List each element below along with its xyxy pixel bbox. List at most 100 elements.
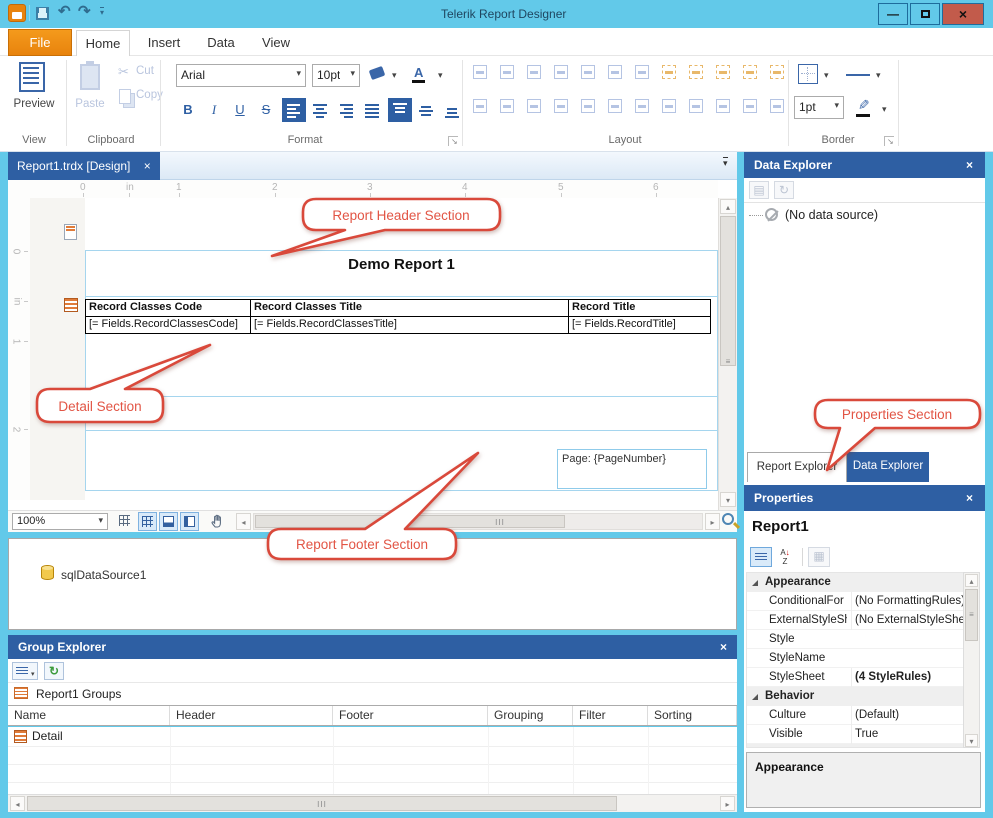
- show-page-layout-toggle[interactable]: [159, 512, 178, 531]
- table-header-cell[interactable]: Record Classes Title: [250, 299, 569, 317]
- font-family-select[interactable]: Arial ▾: [176, 64, 306, 87]
- layout-tool-icon-6[interactable]: [605, 62, 627, 84]
- table-row[interactable]: Detail: [8, 727, 737, 746]
- property-row-visible[interactable]: VisibleTrue: [747, 725, 963, 744]
- layout-tool-icon-1[interactable]: [470, 62, 492, 84]
- layout-tool-icon-21[interactable]: [686, 96, 708, 118]
- bold-button[interactable]: B: [176, 98, 200, 122]
- table-header-cell[interactable]: Record Title: [568, 299, 711, 317]
- layout-tool-icon-20[interactable]: [659, 96, 681, 118]
- property-grid[interactable]: AppearanceConditionalFor(No FormattingRu…: [746, 572, 963, 748]
- property-value[interactable]: (Default): [851, 706, 963, 725]
- tab-list-dropdown-icon[interactable]: ▾: [723, 157, 728, 169]
- group-explorer-root-row[interactable]: Report1 Groups: [8, 683, 737, 705]
- design-horizontal-scrollbar[interactable]: III: [253, 513, 703, 530]
- property-value[interactable]: True: [851, 725, 963, 744]
- report-header-section-icon[interactable]: [64, 224, 77, 240]
- design-surface[interactable]: 0in123456 0in12 Demo Report 1 Record Cla…: [8, 180, 737, 510]
- scrollbar-thumb[interactable]: III: [27, 796, 617, 811]
- category-collapse-icon[interactable]: [752, 580, 758, 586]
- property-pages-button[interactable]: ▦: [808, 547, 830, 567]
- font-size-select[interactable]: 10pt ▾: [312, 64, 360, 87]
- layout-tool-icon-7[interactable]: [632, 62, 654, 84]
- align-justify-button[interactable]: [360, 98, 384, 122]
- scrollbar-thumb[interactable]: ≡: [720, 216, 736, 366]
- tab-data-explorer[interactable]: Data Explorer: [847, 452, 929, 482]
- redo-icon[interactable]: ↷: [78, 4, 91, 20]
- quick-access-customize-icon[interactable]: ▾: [100, 7, 104, 17]
- group-column-header-grouping[interactable]: Grouping: [488, 706, 573, 725]
- layout-tool-icon-13[interactable]: [470, 96, 492, 118]
- property-value[interactable]: (No FormattingRules): [851, 592, 963, 611]
- layout-tool-icon-23[interactable]: [740, 96, 762, 118]
- border-dialog-launcher-icon[interactable]: ↘: [884, 136, 894, 146]
- scrollbar-thumb[interactable]: ≡: [965, 589, 978, 641]
- strikethrough-button[interactable]: S: [254, 98, 278, 122]
- table-data-cell[interactable]: [= Fields.RecordClassesCode]: [85, 316, 251, 334]
- table-data-cell[interactable]: [= Fields.RecordClassesTitle]: [250, 316, 569, 334]
- scrollbar-thumb[interactable]: III: [255, 515, 565, 528]
- category-collapse-icon[interactable]: [752, 694, 758, 700]
- format-dialog-launcher-icon[interactable]: ↘: [448, 136, 458, 146]
- undo-icon[interactable]: ↶: [58, 4, 71, 20]
- scroll-left-icon[interactable]: ◂: [236, 513, 251, 530]
- underline-button[interactable]: U: [228, 98, 252, 122]
- alphabetical-sort-button[interactable]: A↓Z: [774, 547, 796, 567]
- data-explorer-tree[interactable]: (No data source): [744, 203, 985, 451]
- group-explorer-scrollbar[interactable]: ◂ III ▸: [8, 794, 737, 812]
- layout-tool-icon-4[interactable]: [551, 62, 573, 84]
- layout-tool-icon-24[interactable]: [767, 96, 789, 118]
- close-button[interactable]: ×: [942, 3, 984, 25]
- valign-bottom-button[interactable]: [440, 98, 464, 122]
- border-style-icon[interactable]: [798, 64, 818, 84]
- group-column-header-name[interactable]: Name: [8, 706, 170, 725]
- align-right-button[interactable]: [334, 98, 358, 122]
- font-color-icon[interactable]: A: [412, 65, 425, 83]
- scroll-left-icon[interactable]: ◂: [10, 796, 25, 811]
- border-width-select[interactable]: 1pt ▾: [794, 96, 844, 119]
- layout-tool-icon-15[interactable]: [524, 96, 546, 118]
- border-style-dropdown[interactable]: ▾: [824, 70, 829, 81]
- scroll-up-icon[interactable]: ▴: [720, 199, 736, 214]
- preview-button[interactable]: Preview: [6, 98, 62, 110]
- property-category-behavior[interactable]: Behavior: [747, 687, 963, 706]
- border-line-style-icon[interactable]: [846, 74, 870, 76]
- layout-tool-icon-16[interactable]: [551, 96, 573, 118]
- pan-tool-button[interactable]: [210, 513, 228, 531]
- layout-tool-icon-3[interactable]: [524, 62, 546, 84]
- italic-button[interactable]: I: [202, 98, 226, 122]
- table-header-cell[interactable]: Record Classes Code: [85, 299, 251, 317]
- zoom-select[interactable]: 100% ▾: [12, 513, 108, 530]
- tab-data[interactable]: Data: [198, 30, 244, 56]
- maximize-button[interactable]: [910, 3, 940, 25]
- property-category-appearance[interactable]: Appearance: [747, 573, 963, 592]
- property-row-stylesheet[interactable]: StyleSheet(4 StyleRules): [747, 668, 963, 687]
- property-category-data[interactable]: Data: [747, 744, 963, 748]
- layout-tool-icon-5[interactable]: [578, 62, 600, 84]
- highlight-color-dropdown[interactable]: ▾: [392, 70, 397, 81]
- group-column-header-filter[interactable]: Filter: [573, 706, 648, 725]
- no-datasource-label[interactable]: (No data source): [785, 208, 878, 222]
- edit-datasource-button[interactable]: ▤: [749, 181, 769, 199]
- table-data-cell[interactable]: [= Fields.RecordTitle]: [568, 316, 711, 334]
- property-row-externalstylesh[interactable]: ExternalStyleSh(No ExternalStyleSheet: [747, 611, 963, 630]
- design-vertical-scrollbar[interactable]: ▴ ≡ ▾: [718, 198, 737, 510]
- scroll-down-icon[interactable]: ▾: [720, 492, 736, 507]
- properties-scrollbar[interactable]: ▴ ≡ ▾: [963, 572, 980, 748]
- layout-tool-icon-12[interactable]: [767, 62, 789, 84]
- border-color-icon[interactable]: ✎: [856, 96, 870, 117]
- show-grid-toggle[interactable]: [116, 512, 135, 531]
- report-title-textbox[interactable]: Demo Report 1: [85, 256, 718, 273]
- layout-tool-icon-11[interactable]: [740, 62, 762, 84]
- refresh-button[interactable]: ↻: [44, 662, 64, 680]
- copy-button[interactable]: Copy: [136, 89, 163, 101]
- group-column-header-footer[interactable]: Footer: [333, 706, 488, 725]
- document-tab-close-icon[interactable]: ×: [144, 159, 151, 173]
- file-tab[interactable]: File: [8, 29, 72, 56]
- border-color-dropdown[interactable]: ▾: [882, 104, 887, 115]
- highlight-color-icon[interactable]: [369, 66, 386, 80]
- sql-datasource-item[interactable]: sqlDataSource1: [61, 568, 146, 582]
- layout-tool-icon-9[interactable]: [686, 62, 708, 84]
- tab-home[interactable]: Home: [76, 30, 130, 56]
- property-row-culture[interactable]: Culture(Default): [747, 706, 963, 725]
